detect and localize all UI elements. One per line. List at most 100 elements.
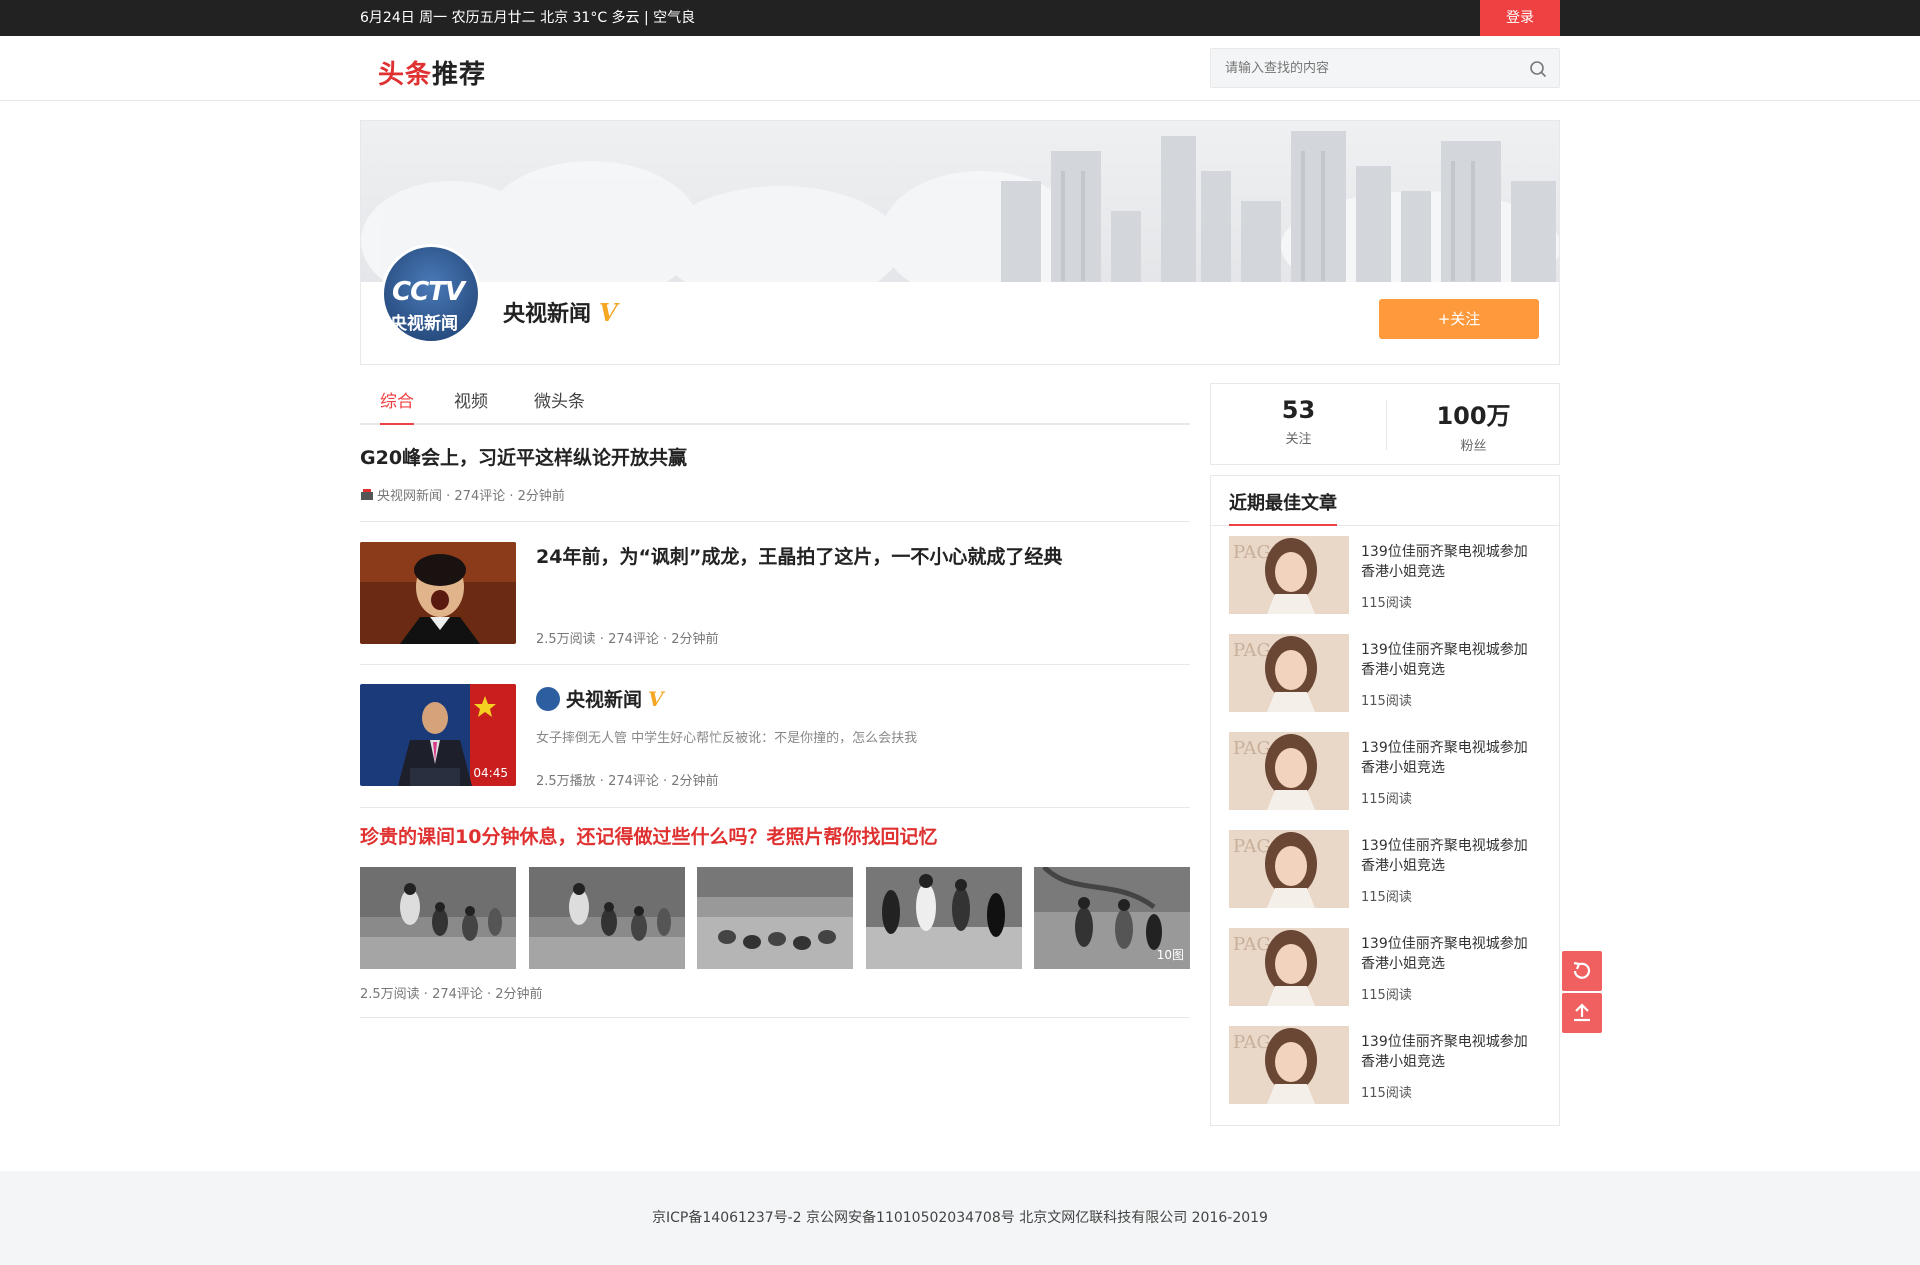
sidebar: 53 关注 100万 粉丝 近期最佳文章 PAG 139位佳丽齐聚电视城参加香港小… xyxy=(1210,383,1560,1126)
best-article-title: 139位佳丽齐聚电视城参加香港小姐竞选 xyxy=(1361,838,1528,874)
thumbnail-image xyxy=(360,542,516,644)
video-meta: 2.5万播放 · 274评论 · 2分钟前 xyxy=(536,774,719,789)
article-title[interactable]: G20峰会上，习近平这样纵论开放共赢 xyxy=(360,443,687,470)
login-button[interactable]: 登录 xyxy=(1480,0,1560,36)
refresh-button[interactable] xyxy=(1562,951,1602,991)
best-article-title: 139位佳丽齐聚电视城参加香港小姐竞选 xyxy=(1361,544,1528,580)
article-item: 24年前，为“讽刺”成龙，王晶拍了这片，一不小心就成了经典 2.5万阅读 · 2… xyxy=(360,522,1190,665)
video-thumbnail[interactable]: 04:45 xyxy=(360,684,516,786)
best-article-item[interactable]: PAG 139位佳丽齐聚电视城参加香港小姐竞选 115阅读 xyxy=(1229,928,1549,1008)
profile-bar: CCTV 央视新闻 央视新闻 V +关注 xyxy=(360,244,1560,365)
image-count: 10图 xyxy=(1156,948,1184,962)
video-duration: 04:45 xyxy=(473,766,508,780)
best-article-reads: 115阅读 xyxy=(1361,596,1412,611)
tab-video[interactable]: 视频 xyxy=(454,385,488,425)
avatar-cn-text: 央视新闻 xyxy=(390,314,458,334)
best-articles-header: 近期最佳文章 xyxy=(1211,476,1559,526)
svg-text:PAG: PAG xyxy=(1233,836,1271,857)
best-article-thumbnail: PAG xyxy=(1229,830,1349,908)
gallery-image[interactable] xyxy=(866,867,1022,969)
best-article-reads: 115阅读 xyxy=(1361,988,1412,1003)
gallery-item: 珍贵的课间10分钟休息，还记得做过些什么吗？老照片帮你找回记忆 10图 2.5万… xyxy=(360,808,1190,1018)
best-article-item[interactable]: PAG 139位佳丽齐聚电视城参加香港小姐竞选 115阅读 xyxy=(1229,634,1549,714)
main-feed: 综合 视频 微头条 G20峰会上，习近平这样纵论开放共赢 央视网新闻 · 274… xyxy=(360,385,1190,1018)
content-wrapper: CCTV 央视新闻 央视新闻 V +关注 综合 视频 微头条 G20峰会上，习近平… xyxy=(360,120,1602,1126)
city-skyline-image xyxy=(361,131,1559,282)
profile-banner xyxy=(360,120,1560,282)
fans-label: 粉丝 xyxy=(1460,439,1487,454)
best-articles-panel: 近期最佳文章 PAG 139位佳丽齐聚电视城参加香港小姐竞选 115阅读 PAG 139… xyxy=(1210,475,1560,1126)
best-article-reads: 115阅读 xyxy=(1361,792,1412,807)
footer-text: 京ICP备14061237号-2 京公网安备11010502034708号 北京… xyxy=(652,1210,1268,1226)
avatar[interactable]: CCTV 央视新闻 xyxy=(381,244,481,344)
gallery-image[interactable] xyxy=(697,867,853,969)
gallery-meta: 2.5万阅读 · 274评论 · 2分钟前 xyxy=(360,987,543,1002)
article-title[interactable]: 24年前，为“讽刺”成龙，王晶拍了这片，一不小心就成了经典 xyxy=(536,542,1176,569)
best-article-reads: 115阅读 xyxy=(1361,694,1412,709)
article-item: G20峰会上，习近平这样纵论开放共赢 央视网新闻 · 274评论 · 2分钟前 xyxy=(360,425,1190,522)
article-meta: 2.5万阅读 · 274评论 · 2分钟前 xyxy=(536,632,719,647)
svg-text:PAG: PAG xyxy=(1233,738,1271,759)
author-name: 央视新闻 xyxy=(566,689,643,711)
best-article-thumbnail: PAG xyxy=(1229,536,1349,614)
gallery-image[interactable] xyxy=(529,867,685,969)
article-meta-text: 央视网新闻 · 274评论 · 2分钟前 xyxy=(377,489,565,504)
video-author[interactable]: 央视新闻 V xyxy=(536,685,664,712)
best-article-thumbnail: PAG xyxy=(1229,928,1349,1006)
search-icon[interactable] xyxy=(1529,60,1547,78)
back-to-top-icon xyxy=(1574,1003,1590,1022)
search-input[interactable] xyxy=(1211,49,1501,87)
best-article-item[interactable]: PAG 139位佳丽齐聚电视城参加香港小姐竞选 115阅读 xyxy=(1229,1026,1549,1106)
video-description[interactable]: 女子摔倒无人管 中学生好心帮忙反被讹：不是你撞的，怎么会扶我 xyxy=(536,727,917,746)
best-article-title: 139位佳丽齐聚电视城参加香港小姐竞选 xyxy=(1361,936,1528,972)
best-article-item[interactable]: PAG 139位佳丽齐聚电视城参加香港小姐竞选 115阅读 xyxy=(1229,732,1549,812)
article-meta: 央视网新闻 · 274评论 · 2分钟前 xyxy=(360,485,565,504)
tab-micro[interactable]: 微头条 xyxy=(534,385,585,425)
gallery-image[interactable]: 10图 xyxy=(1034,867,1190,969)
follow-button[interactable]: +关注 xyxy=(1379,299,1539,339)
verified-icon: V xyxy=(599,298,618,327)
refresh-icon xyxy=(1573,961,1591,979)
fans-stat[interactable]: 100万 粉丝 xyxy=(1386,396,1561,454)
top-bar: 6月24日 周一 农历五月廿二 北京 31°C 多云 | 空气良 登录 xyxy=(0,0,1920,36)
best-article-thumbnail: PAG xyxy=(1229,1026,1349,1104)
svg-text:PAG: PAG xyxy=(1233,1032,1271,1053)
following-label: 关注 xyxy=(1285,432,1312,447)
site-logo[interactable]: 头条推荐 xyxy=(378,54,486,91)
svg-text:PAG: PAG xyxy=(1233,640,1271,661)
best-article-title: 139位佳丽齐聚电视城参加香港小姐竞选 xyxy=(1361,740,1528,776)
heading-underline xyxy=(1229,524,1337,526)
logo-part1: 头条 xyxy=(378,60,433,90)
fans-count: 100万 xyxy=(1436,402,1511,430)
source-logo-icon xyxy=(361,489,373,500)
following-count: 53 xyxy=(1281,396,1316,424)
best-articles-heading: 近期最佳文章 xyxy=(1229,493,1337,514)
author-avatar xyxy=(536,687,560,711)
video-item: 04:45 央视新闻 V 女子摔倒无人管 中学生好心帮忙反被讹：不是你撞的，怎么会… xyxy=(360,665,1190,808)
search-box xyxy=(1210,48,1560,88)
best-article-thumbnail: PAG xyxy=(1229,732,1349,810)
gallery-image[interactable] xyxy=(360,867,516,969)
back-to-top-button[interactable] xyxy=(1562,993,1602,1033)
best-article-item[interactable]: PAG 139位佳丽齐聚电视城参加香港小姐竞选 115阅读 xyxy=(1229,830,1549,910)
svg-text:PAG: PAG xyxy=(1233,934,1271,955)
best-article-title: 139位佳丽齐聚电视城参加香港小姐竞选 xyxy=(1361,1034,1528,1070)
tab-all[interactable]: 综合 xyxy=(380,385,414,425)
best-article-thumbnail: PAG xyxy=(1229,634,1349,712)
avatar-logo-text: CCTV xyxy=(392,277,465,307)
best-article-reads: 115阅读 xyxy=(1361,890,1412,905)
date-weather-info: 6月24日 周一 农历五月廿二 北京 31°C 多云 | 空气良 xyxy=(360,10,696,26)
site-header: 头条推荐 xyxy=(0,36,1920,101)
following-stat[interactable]: 53 关注 xyxy=(1211,396,1386,447)
verified-icon: V xyxy=(648,687,664,711)
svg-text:PAG: PAG xyxy=(1233,542,1271,563)
site-footer: 京ICP备14061237号-2 京公网安备11010502034708号 北京… xyxy=(0,1171,1920,1265)
stats-panel: 53 关注 100万 粉丝 xyxy=(1210,383,1560,465)
profile-name: 央视新闻 xyxy=(503,302,592,327)
best-article-item[interactable]: PAG 139位佳丽齐聚电视城参加香港小姐竞选 115阅读 xyxy=(1229,536,1549,616)
profile-name-row: 央视新闻 V xyxy=(503,296,618,328)
logo-part2: 推荐 xyxy=(432,60,487,90)
article-thumbnail[interactable] xyxy=(360,542,516,644)
gallery-title[interactable]: 珍贵的课间10分钟休息，还记得做过些什么吗？老照片帮你找回记忆 xyxy=(360,822,937,849)
best-article-reads: 115阅读 xyxy=(1361,1086,1412,1101)
